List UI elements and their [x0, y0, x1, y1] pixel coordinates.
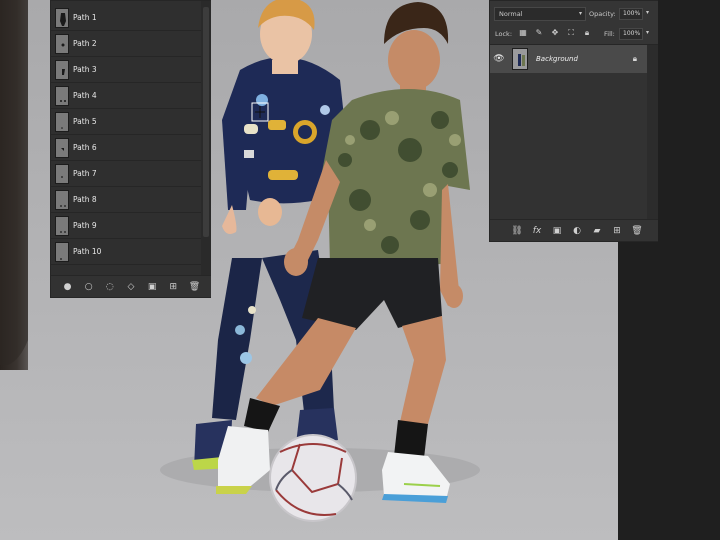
- new-path-icon[interactable]: ⊞: [166, 280, 180, 294]
- path-thumbnail: [55, 33, 69, 54]
- lock-label: Lock:: [495, 30, 513, 38]
- path-item[interactable]: Path 3: [51, 57, 201, 83]
- chevron-down-icon[interactable]: ▾: [646, 29, 649, 36]
- blend-mode-select[interactable]: Normal ▾: [494, 7, 586, 21]
- artboard-lock-icon[interactable]: ⛶: [566, 28, 576, 38]
- load-selection-icon[interactable]: ◌: [103, 280, 117, 294]
- paths-scrollbar[interactable]: [201, 1, 211, 275]
- path-thumbnail: [55, 189, 69, 210]
- path-thumbnail: [55, 137, 69, 158]
- layers-options-bar: Normal ▾ Opacity: 100% ▾ Lock: ▦ ✎ ✥ ⛶ 🔒…: [490, 1, 658, 45]
- visibility-eye-icon[interactable]: 👁︎: [490, 54, 508, 64]
- add-mask-icon[interactable]: ▣: [145, 280, 159, 294]
- lock-icon[interactable]: 🔒︎: [633, 54, 637, 64]
- path-thumbnail: [55, 163, 69, 184]
- paths-scrollbar-thumb[interactable]: [203, 7, 209, 237]
- path-item[interactable]: Path 8: [51, 187, 201, 213]
- path-thumbnail: [55, 59, 69, 80]
- path-item-label: Path 3: [73, 65, 97, 74]
- fill-label: Fill:: [604, 30, 615, 38]
- path-item-label: Path 9: [73, 221, 97, 230]
- delete-path-icon[interactable]: 🗑︎: [187, 280, 201, 294]
- layer-thumbnail: [512, 48, 528, 70]
- path-item[interactable]: Path 7: [51, 161, 201, 187]
- path-item[interactable]: Path 1: [51, 5, 201, 31]
- lock-all-icon[interactable]: 🔒︎: [582, 28, 592, 38]
- path-item-label: Path 1: [73, 13, 97, 22]
- fill-field[interactable]: 100%: [619, 28, 643, 40]
- path-item-label: Path 7: [73, 169, 97, 178]
- paths-panel: Path 1 Path 2 Path 3 Path 4 Path 5 Path …: [50, 0, 211, 298]
- path-thumbnail: [55, 7, 69, 28]
- layer-row-background[interactable]: 👁︎ Background 🔒︎: [490, 45, 647, 73]
- path-thumbnail: [55, 111, 69, 132]
- delete-layer-icon[interactable]: 🗑︎: [630, 224, 644, 238]
- path-thumbnail: [55, 241, 69, 262]
- lock-position-icon[interactable]: ✥: [550, 28, 560, 38]
- layer-thumbnail-image: [513, 49, 527, 69]
- layers-footer-toolbar: ⛓︎ fx ▣ ◐ ▰ ⊞ 🗑︎: [490, 219, 658, 241]
- new-layer-icon[interactable]: ⊞: [610, 224, 624, 238]
- fill-value: 100%: [623, 30, 641, 37]
- photoshop-workspace: Path 1 Path 2 Path 3 Path 4 Path 5 Path …: [0, 0, 720, 540]
- path-item-label: Path 8: [73, 195, 97, 204]
- path-item[interactable]: Path 2: [51, 31, 201, 57]
- paths-footer-toolbar: ● ○ ◌ ◇ ▣ ⊞ 🗑︎: [51, 275, 211, 297]
- stroke-path-icon[interactable]: ○: [82, 280, 96, 294]
- group-folder-icon[interactable]: ▰: [590, 224, 604, 238]
- path-item[interactable]: Path 6: [51, 135, 201, 161]
- path-thumbnail: [55, 85, 69, 106]
- chevron-down-icon: ▾: [578, 10, 582, 17]
- path-item-label: Path 2: [73, 39, 97, 48]
- layer-name[interactable]: Background: [536, 55, 578, 63]
- path-item-label: Path 6: [73, 143, 97, 152]
- fill-path-icon[interactable]: ●: [61, 280, 75, 294]
- path-item-label: Path 10: [73, 247, 102, 256]
- opacity-field[interactable]: 100%: [619, 8, 643, 20]
- lock-transparency-icon[interactable]: ▦: [518, 28, 528, 38]
- opacity-label: Opacity:: [589, 10, 616, 18]
- path-item[interactable]: Path 9: [51, 213, 201, 239]
- layers-scrollbar[interactable]: [647, 45, 658, 219]
- chevron-down-icon[interactable]: ▾: [646, 9, 649, 16]
- path-item[interactable]: Path 5: [51, 109, 201, 135]
- layers-panel: Normal ▾ Opacity: 100% ▾ Lock: ▦ ✎ ✥ ⛶ 🔒…: [489, 0, 658, 242]
- lock-image-pixels-icon[interactable]: ✎: [534, 28, 544, 38]
- path-item-label: Path 4: [73, 91, 97, 100]
- link-layers-icon[interactable]: ⛓︎: [510, 224, 524, 238]
- add-mask-icon[interactable]: ▣: [550, 224, 564, 238]
- fx-icon[interactable]: fx: [530, 224, 544, 238]
- path-item[interactable]: Path 10: [51, 239, 201, 265]
- blend-mode-value: Normal: [499, 10, 523, 18]
- make-work-path-icon[interactable]: ◇: [124, 280, 138, 294]
- path-thumbnail: [55, 215, 69, 236]
- opacity-value: 100%: [623, 10, 641, 17]
- path-item[interactable]: Path 4: [51, 83, 201, 109]
- path-item-label: Path 5: [73, 117, 97, 126]
- adjustment-layer-icon[interactable]: ◐: [570, 224, 584, 238]
